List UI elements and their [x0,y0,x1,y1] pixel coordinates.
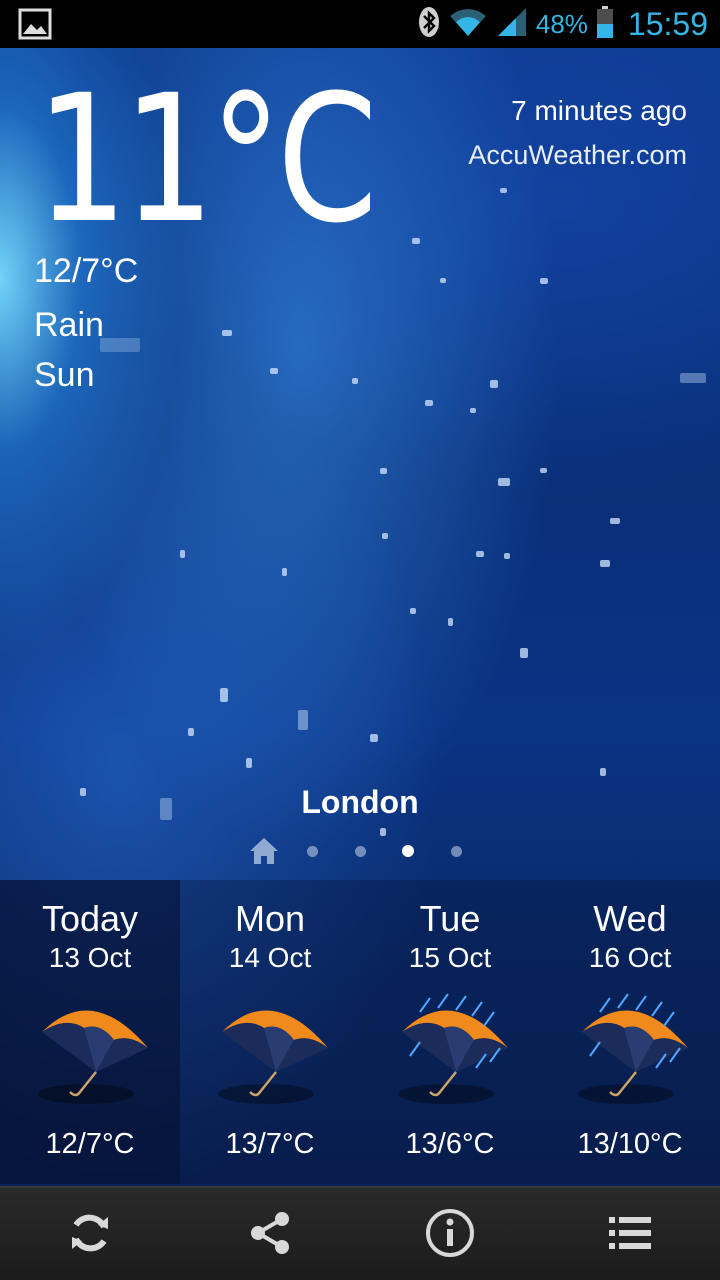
share-icon [246,1209,294,1262]
forecast-day-name: Today [41,898,139,939]
forecast-day-date: 15 Oct [408,942,492,973]
forecast-day-name: Wed [593,898,667,939]
location-pager[interactable] [0,836,720,868]
share-button[interactable] [180,1188,360,1280]
forecast-day-date: 16 Oct [588,942,672,973]
umbrella-icon [30,992,154,1112]
battery-percent: 48% [535,8,588,39]
forecast-day[interactable]: Today 13 Oct 12/7°C [0,880,180,1184]
forecast-day-temp: 13/10°C [577,1128,683,1160]
gallery-icon [18,8,52,45]
forecast-day-temp: 12/7°C [45,1128,135,1160]
forecast-strip: Today 13 Oct 12/7°C Mon 14 Oct 13/7°C Tu… [0,880,720,1184]
forecast-day-temp: 13/6°C [405,1128,495,1160]
action-bar [0,1186,720,1280]
menu-button[interactable] [540,1188,720,1280]
umbrella-icon [210,992,334,1112]
refresh-button[interactable] [0,1188,180,1280]
forecast-day[interactable]: Tue 15 Oct 13/6°C [360,880,540,1184]
pager-dot-active[interactable] [402,845,414,857]
home-icon[interactable] [248,836,280,871]
info-button[interactable] [360,1188,540,1280]
forecast-day-temp: 13/7°C [225,1128,315,1160]
info-icon [424,1207,476,1264]
forecast-day-name: Tue [419,898,481,939]
condition-line-2: Sun [34,356,95,394]
current-temperature: 11°C [36,57,378,262]
status-bar: 48% 15:59 [0,0,720,48]
bluetooth-icon [418,6,440,43]
forecast-day-date: 13 Oct [48,942,132,973]
city-name: London [301,784,419,820]
forecast-day-date: 14 Oct [228,942,312,973]
pager-dot[interactable] [355,846,366,857]
status-clock: 15:59 [627,5,708,42]
umbrella-rain-icon [570,992,694,1112]
weather-screen: 48% 15:59 11°C 12/7°C Rain Sun 7 minutes… [0,0,720,1280]
pager-dot[interactable] [451,846,462,857]
forecast-day[interactable]: Wed 16 Oct 13/10°C [540,880,720,1184]
current-hi-lo: 12/7°C [34,252,139,290]
umbrella-rain-icon [390,992,514,1112]
provider-link[interactable]: AccuWeather.com [468,140,687,171]
forecast-day-name: Mon [234,898,306,939]
last-updated: 7 minutes ago [511,95,687,126]
forecast-day[interactable]: Mon 14 Oct 13/7°C [180,880,360,1184]
condition-line-1: Rain [34,306,104,344]
signal-icon [496,6,528,43]
refresh-icon [66,1209,114,1262]
menu-list-icon [607,1213,653,1258]
battery-icon [596,5,614,44]
wifi-icon [448,6,488,43]
pager-dot[interactable] [307,846,318,857]
